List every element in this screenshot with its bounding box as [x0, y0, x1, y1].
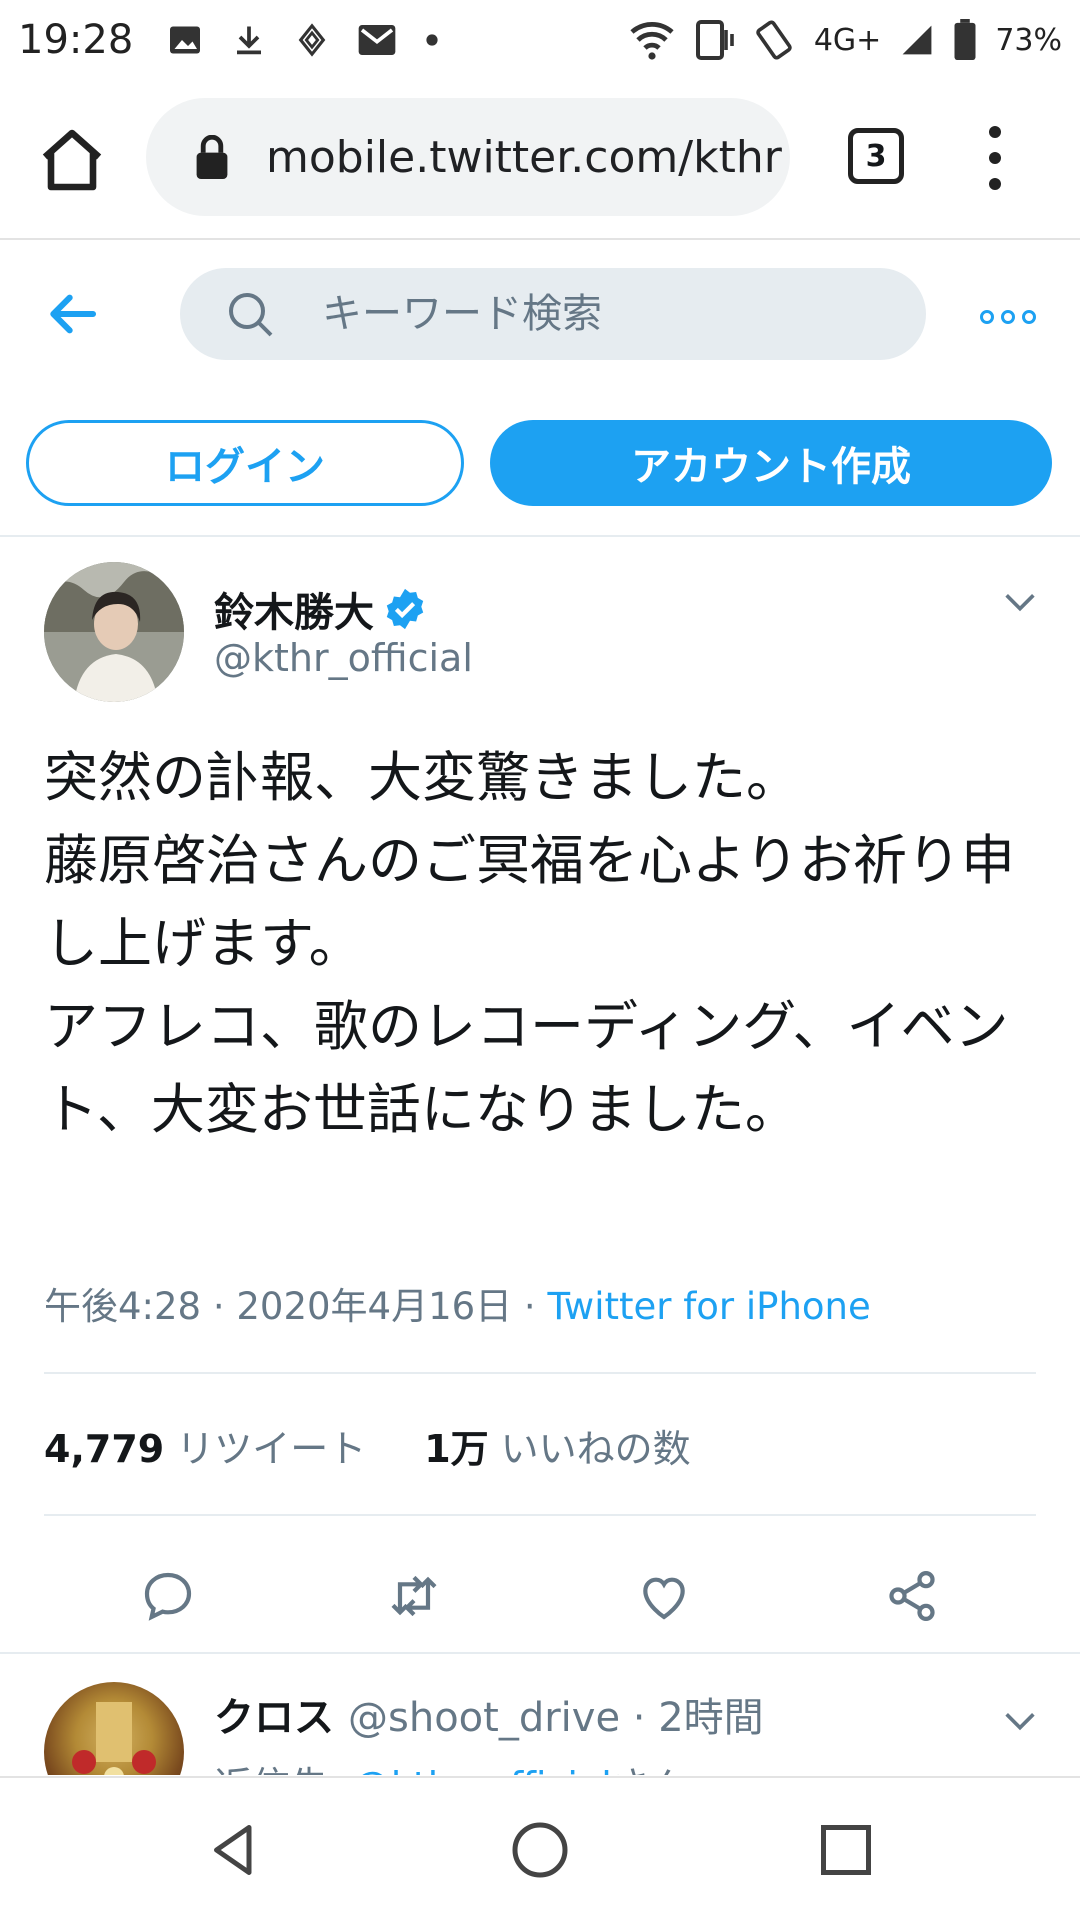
tweet-meta: 午後4:28 · 2020年4月16日 · Twitter for iPhone [44, 1276, 871, 1330]
chevron-down-icon[interactable] [1000, 1701, 1040, 1741]
verified-badge-icon [386, 588, 424, 630]
tweet-text: 突然の訃報、大変驚きました。 藤原啓治さんのご冥福を心よりお祈り申し上げます。 … [44, 746, 1015, 1141]
reply-header: クロス @shoot_drive · 2時間 [214, 1685, 764, 1743]
auth-buttons: ログイン アカウント作成 [0, 392, 1080, 537]
tweet-actions [0, 1548, 1080, 1648]
tweet-timestamp[interactable]: 午後4:28 · 2020年4月16日 [44, 1285, 512, 1328]
network-type: 4G+ [813, 22, 882, 58]
reply-author-name[interactable]: クロス [214, 1695, 334, 1741]
like-heart-icon[interactable] [636, 1568, 692, 1624]
image-icon [170, 26, 201, 54]
reply-to-line: 返信先: @kthr_officialさん [214, 1755, 688, 1775]
search-icon [229, 293, 273, 337]
tab-switcher-button[interactable]: 3 [848, 128, 904, 184]
status-time: 19:28 [18, 17, 134, 63]
tweet-source[interactable]: Twitter for iPhone [547, 1285, 870, 1328]
author-handle[interactable]: @kthr_official [214, 636, 473, 680]
meta-separator: · [512, 1285, 548, 1328]
back-arrow-icon[interactable] [44, 286, 100, 342]
twitter-header [0, 242, 1080, 392]
dot-icon [426, 34, 438, 46]
retweet-icon[interactable] [386, 1568, 442, 1624]
home-icon[interactable] [36, 124, 108, 196]
more-options-icon[interactable] [980, 302, 1036, 332]
download-icon [237, 26, 262, 55]
nav-home-icon[interactable] [510, 1820, 570, 1880]
nav-back-icon[interactable] [204, 1820, 264, 1880]
retweet-stat[interactable]: 4,779 リツイート [44, 1418, 366, 1473]
notification-icons [167, 20, 439, 60]
login-button[interactable]: ログイン [26, 420, 464, 506]
system-nav-bar [0, 1776, 1080, 1920]
mail-icon [358, 25, 396, 55]
search-box[interactable] [180, 268, 926, 360]
reply-to-handle[interactable]: @kthr_official [353, 1764, 612, 1775]
status-bar: 19:28 4G+ 73% [0, 0, 1080, 80]
divider [44, 1372, 1036, 1374]
like-label: いいねの数 [500, 1427, 691, 1471]
tweet-stats: 4,779 リツイート 1万 いいねの数 [44, 1418, 691, 1473]
vibrate-icon [756, 20, 792, 60]
author-name-row[interactable]: 鈴木勝大 [214, 580, 428, 638]
reply-time: · 2時間 [632, 1695, 764, 1741]
like-count: 1万 [424, 1427, 489, 1471]
share-icon[interactable] [884, 1568, 940, 1624]
url-text: mobile.twitter.com/kthr [266, 131, 782, 183]
reply-icon[interactable] [140, 1568, 196, 1624]
diamond-app-icon [298, 23, 326, 57]
divider [0, 1652, 1080, 1654]
address-bar[interactable]: mobile.twitter.com/kthr [146, 98, 790, 216]
lock-icon [196, 135, 228, 179]
nfc-icon [695, 20, 734, 60]
retweet-label: リツイート [176, 1427, 367, 1471]
signup-button[interactable]: アカウント作成 [490, 420, 1052, 506]
reply-to-prefix: 返信先: [214, 1764, 353, 1775]
divider [44, 1514, 1036, 1516]
wifi-icon [630, 21, 674, 60]
search-input[interactable] [322, 291, 882, 337]
author-name[interactable]: 鈴木勝大 [214, 580, 374, 638]
battery-icon [954, 19, 976, 61]
chevron-down-icon[interactable] [1000, 582, 1040, 622]
reply-tweet[interactable]: クロス @shoot_drive · 2時間 返信先: @kthr_officia… [0, 1655, 1080, 1775]
reply-author-handle[interactable]: @shoot_drive [348, 1695, 620, 1741]
battery-percent: 73% [995, 22, 1062, 58]
reply-author-avatar[interactable] [44, 1682, 184, 1775]
signal-icon [902, 25, 932, 55]
browser-menu-button[interactable] [980, 126, 1010, 190]
retweet-count: 4,779 [44, 1427, 165, 1471]
like-stat[interactable]: 1万 いいねの数 [424, 1418, 690, 1473]
browser-toolbar: mobile.twitter.com/kthr 3 [0, 80, 1080, 240]
author-avatar[interactable] [44, 562, 184, 702]
tab-count: 3 [865, 138, 887, 174]
reply-to-suffix: さん [612, 1764, 688, 1775]
nav-recents-icon[interactable] [816, 1820, 876, 1880]
